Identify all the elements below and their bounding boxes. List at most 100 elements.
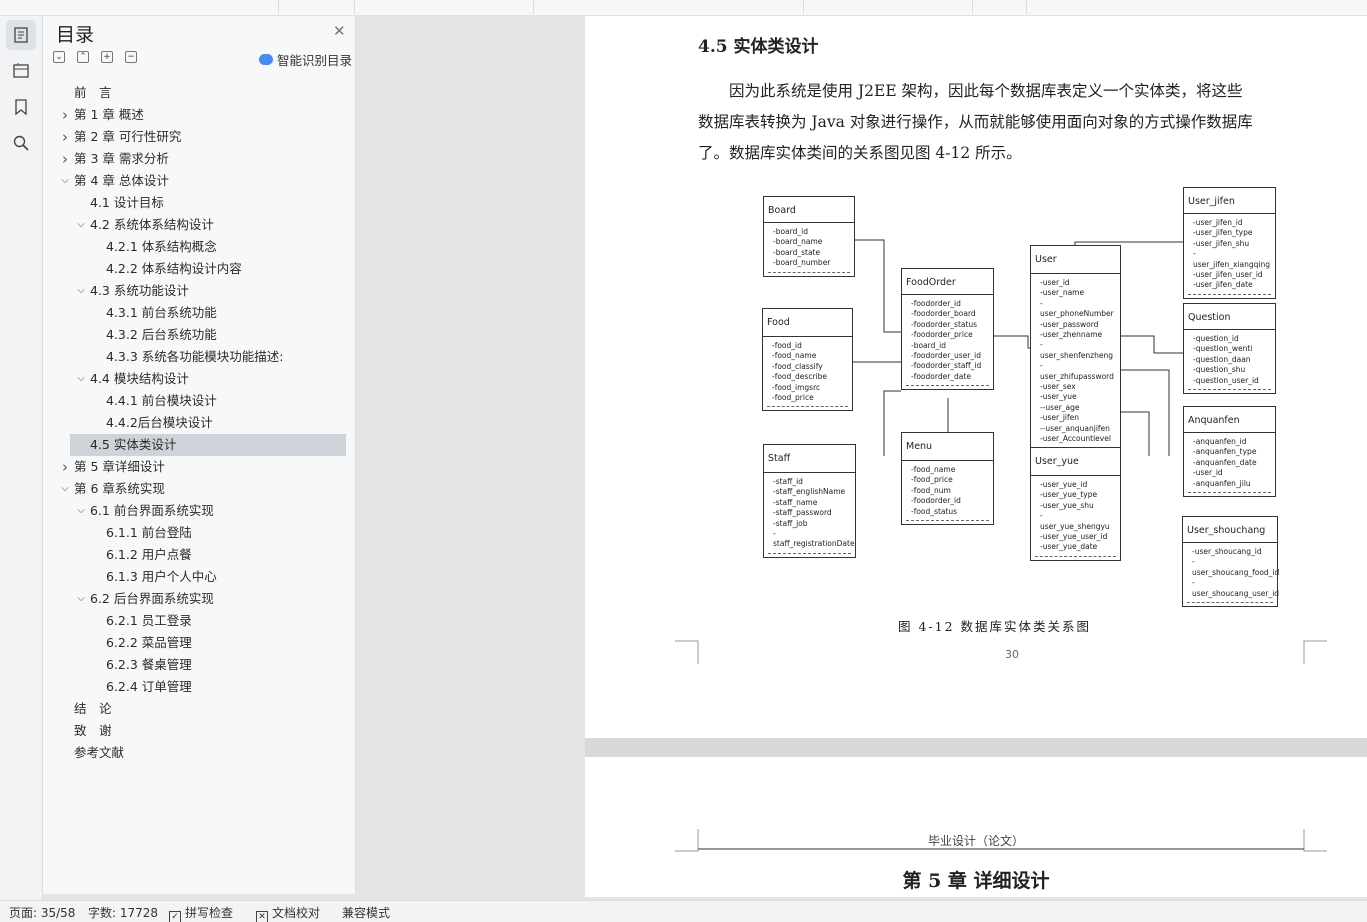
entity-attribute: -user_yue_shu xyxy=(1040,500,1094,510)
toc-item[interactable]: 6.2.1 员工登录 xyxy=(43,610,356,632)
entity-attribute: -user_jifen_date xyxy=(1193,280,1253,290)
collapse-all-icon[interactable]: ⌄ xyxy=(53,51,65,63)
chevron-right-icon[interactable]: › xyxy=(59,148,71,170)
entity-attributes: -board_id -board_name -board_state -board_n… xyxy=(764,223,854,272)
toc-item[interactable]: 4.4.2后台模块设计 xyxy=(43,412,356,434)
toc-item[interactable]: ⌵ 6.2 后台界面系统实现 xyxy=(43,588,356,610)
entity-attribute: -foodorder_id xyxy=(911,496,961,506)
entity-name: Food xyxy=(763,309,852,337)
chevron-right-icon[interactable]: › xyxy=(59,104,71,126)
chapter-heading: 第 5 章 详细设计 xyxy=(902,870,1050,892)
toolbar-divider xyxy=(1026,0,1027,14)
toc-item[interactable]: 4.3.3 系统各功能模块功能描述: xyxy=(43,346,356,368)
entity-attribute: --user_age xyxy=(1040,402,1080,412)
chevron-down-icon[interactable]: ⌵ xyxy=(59,170,71,192)
add-heading-icon[interactable]: + xyxy=(101,51,113,63)
toc-item-label: 4.3 系统功能设计 xyxy=(90,283,189,298)
navigation-pane-button[interactable] xyxy=(6,56,36,86)
toc-item-label: 4.4.2后台模块设计 xyxy=(106,415,213,430)
toc-title: 目录 xyxy=(56,24,95,46)
search-icon xyxy=(13,135,29,151)
entity-divider xyxy=(767,406,848,410)
toc-item[interactable]: ⌵ 第 4 章 总体设计 xyxy=(43,170,356,192)
chevron-down-icon[interactable]: ⌵ xyxy=(75,368,87,390)
toc-item[interactable]: › 第 5 章详细设计 xyxy=(43,456,356,478)
toc-item[interactable]: › 第 1 章 概述 xyxy=(43,104,356,126)
page-indicator[interactable]: 页面: 35/58 xyxy=(9,904,75,921)
entity-attribute: -user_Accountlevel xyxy=(1040,434,1111,444)
chevron-down-icon[interactable]: ⌵ xyxy=(75,588,87,610)
toc-item[interactable]: 4.2.1 体系结构概念 xyxy=(43,236,356,258)
entity-attribute: -food_num xyxy=(911,485,951,495)
toc-item[interactable]: 4.4.1 前台模块设计 xyxy=(43,390,356,412)
entity-attribute: -foodorder_user_id xyxy=(911,351,981,361)
toc-item[interactable]: 4.2.2 体系结构设计内容 xyxy=(43,258,356,280)
toc-item[interactable]: 6.2.3 餐桌管理 xyxy=(43,654,356,676)
entity-attribute: -foodorder_date xyxy=(911,371,971,381)
entity-attribute: -user_sex xyxy=(1040,382,1076,392)
word-count[interactable]: 字数: 17728 xyxy=(88,904,158,921)
toc-item[interactable]: ⌵ 6.1 前台界面系统实现 xyxy=(43,500,356,522)
toc-item[interactable]: 参考文献 xyxy=(43,742,356,764)
toc-item[interactable]: 前 言 xyxy=(43,82,356,104)
toc-item-label: 第 1 章 概述 xyxy=(74,107,144,122)
entity-attribute: -food_name xyxy=(911,465,956,474)
toc-item[interactable]: 6.2.2 菜品管理 xyxy=(43,632,356,654)
toc-item[interactable]: 结 论 xyxy=(43,698,356,720)
toc-item[interactable]: 6.1.2 用户点餐 xyxy=(43,544,356,566)
toc-item[interactable]: › 第 2 章 可行性研究 xyxy=(43,126,356,148)
toc-item[interactable]: 4.3.1 前台系统功能 xyxy=(43,302,356,324)
entity-attribute: -board_number xyxy=(773,258,831,268)
chevron-right-icon[interactable]: › xyxy=(59,126,71,148)
entity-attribute: -food_id xyxy=(772,341,802,350)
toc-panel-button[interactable] xyxy=(6,20,36,50)
search-button[interactable] xyxy=(6,128,36,158)
entity-attribute: -user_shoucang_user_id xyxy=(1192,578,1280,598)
toc-item[interactable]: 4.5 实体类设计 xyxy=(70,434,346,456)
toc-item[interactable]: › 第 3 章 需求分析 xyxy=(43,148,356,170)
entity-divider xyxy=(906,520,989,524)
entity-user-shouchang: User_shouchang -user_shoucang_id -user_sho… xyxy=(1182,516,1280,608)
close-icon[interactable]: ✕ xyxy=(333,22,346,40)
bookmark-button[interactable] xyxy=(6,92,36,122)
entity-attributes: -staff_id -staff_englishName -staff_name -s… xyxy=(764,473,855,553)
toc-item[interactable]: 6.1.3 用户个人中心 xyxy=(43,566,356,588)
toc-item-label: 4.4.1 前台模块设计 xyxy=(106,393,217,408)
chevron-down-icon[interactable]: ⌵ xyxy=(59,478,71,500)
spell-check-button[interactable]: ✓ 拼写检查 xyxy=(169,904,233,922)
entity-attribute: -user_yue_date xyxy=(1040,542,1098,552)
expand-up-icon[interactable]: ⌃ xyxy=(77,51,89,63)
compat-mode[interactable]: 兼容模式 xyxy=(342,904,390,921)
entity-attribute: -user_name xyxy=(1040,288,1085,298)
toc-item[interactable]: 4.3.2 后台系统功能 xyxy=(43,324,356,346)
chevron-down-icon[interactable]: ⌵ xyxy=(75,500,87,522)
proofread-button[interactable]: ✕ 文档校对 xyxy=(256,904,320,922)
toc-item[interactable]: 致 谢 xyxy=(43,720,356,742)
toolbar-divider xyxy=(354,0,355,14)
smart-toc-button[interactable]: 智能识别目录 xyxy=(259,50,352,69)
toc-item[interactable]: 4.1 设计目标 xyxy=(43,192,356,214)
toc-item[interactable]: ⌵ 4.4 模块结构设计 xyxy=(43,368,356,390)
toc-panel: 目录 ✕ ⌄ ⌃ + − 智能识别目录 前 言 › 第 1 章 概述 › 第 2 章 可… xyxy=(43,16,356,894)
entity-attribute: -board_state xyxy=(773,247,821,257)
entity-attribute: -anquanfen_id xyxy=(1193,437,1247,446)
remove-heading-icon[interactable]: − xyxy=(125,51,137,63)
toc-item[interactable]: ⌵ 4.2 系统体系结构设计 xyxy=(43,214,356,236)
toc-item[interactable]: 6.2.4 订单管理 xyxy=(43,676,356,698)
toolbar-divider xyxy=(972,0,973,14)
toc-item-label: 致 谢 xyxy=(74,723,112,738)
chevron-right-icon[interactable]: › xyxy=(59,456,71,478)
entity-name: User_jifen xyxy=(1184,188,1275,214)
page-corner-marks xyxy=(675,640,1327,664)
page-gap xyxy=(585,738,1367,757)
chevron-down-icon[interactable]: ⌵ xyxy=(75,280,87,302)
top-toolbar xyxy=(0,0,1367,16)
entity-anquanfen: Anquanfen -anquanfen_id -anquanfen_type -an… xyxy=(1183,406,1276,498)
toc-item[interactable]: ⌵ 第 6 章系统实现 xyxy=(43,478,356,500)
entity-attribute: -user_id xyxy=(1193,468,1223,478)
chevron-down-icon[interactable]: ⌵ xyxy=(75,214,87,236)
checkbox-icon: ✓ xyxy=(169,911,181,922)
toc-item[interactable]: 6.1.1 前台登陆 xyxy=(43,522,356,544)
toc-item-label: 4.3.1 前台系统功能 xyxy=(106,305,217,320)
toc-item[interactable]: ⌵ 4.3 系统功能设计 xyxy=(43,280,356,302)
